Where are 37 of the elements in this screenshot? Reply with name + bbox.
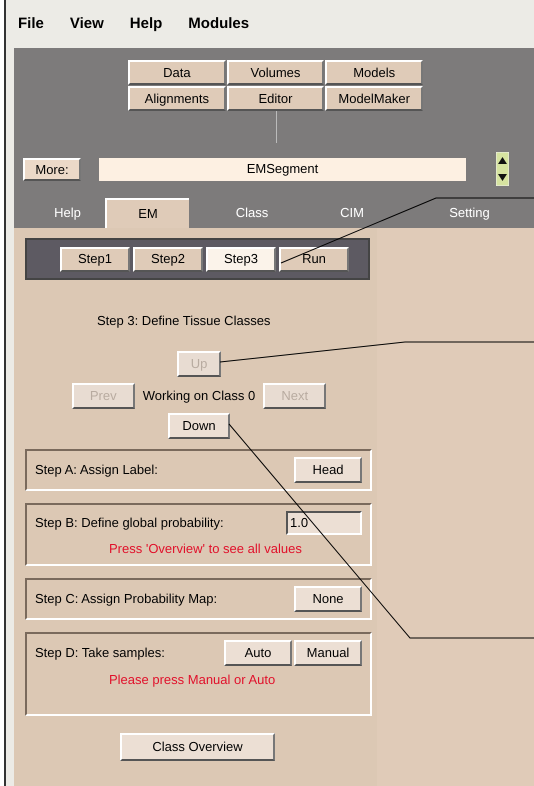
tab[interactable]: Setting	[442, 198, 497, 228]
menu-item[interactable]: File	[16, 12, 46, 36]
step-button[interactable]: Run	[279, 246, 349, 272]
option-button[interactable]: Manual	[294, 640, 362, 666]
module-button[interactable]: Models	[325, 60, 423, 85]
module-field[interactable]: EMSegment	[99, 158, 466, 180]
step-label: Step D: Take samples:	[35, 644, 165, 662]
module-button[interactable]: Editor	[226, 86, 324, 111]
step-label: Step C: Assign Probability Map:	[35, 590, 218, 608]
class-status: Working on Class 0	[142, 386, 256, 405]
step-button[interactable]: Step3	[206, 246, 276, 272]
option-button[interactable]: Head	[294, 456, 362, 482]
module-button[interactable]: Alignments	[128, 86, 226, 111]
step-label: Step B: Define global probability:	[35, 514, 224, 532]
down-button[interactable]: Down	[168, 412, 230, 438]
warning-text: Please press Manual or Auto	[109, 671, 276, 689]
menu-item[interactable]: View	[68, 12, 106, 36]
spinner-icon[interactable]	[496, 152, 509, 186]
menu-item[interactable]: Help	[128, 12, 164, 36]
warning-text: Press 'Overview' to see all values	[109, 540, 303, 558]
tab[interactable]: Class	[227, 198, 277, 228]
option-button[interactable]: None	[294, 586, 362, 612]
step-label: Step A: Assign Label:	[35, 460, 158, 479]
module-button[interactable]: ModelMaker	[325, 86, 423, 111]
step-heading: Step 3: Define Tissue Classes	[97, 312, 272, 330]
step-button[interactable]: Step1	[60, 246, 130, 272]
class-overview-button[interactable]: Class Overview	[120, 733, 275, 761]
menu-item[interactable]: Modules	[186, 12, 252, 36]
probability-field[interactable]: 1.0	[286, 510, 362, 534]
tab[interactable]: Help	[40, 198, 95, 228]
option-button[interactable]: Auto	[224, 640, 292, 666]
module-button[interactable]: Data	[128, 60, 226, 85]
step-button[interactable]: Step2	[133, 246, 203, 272]
tab[interactable]: EM	[105, 198, 189, 228]
module-button[interactable]: Volumes	[226, 60, 324, 85]
more-button[interactable]: More:	[23, 158, 81, 180]
tab[interactable]: CIM	[332, 198, 372, 228]
